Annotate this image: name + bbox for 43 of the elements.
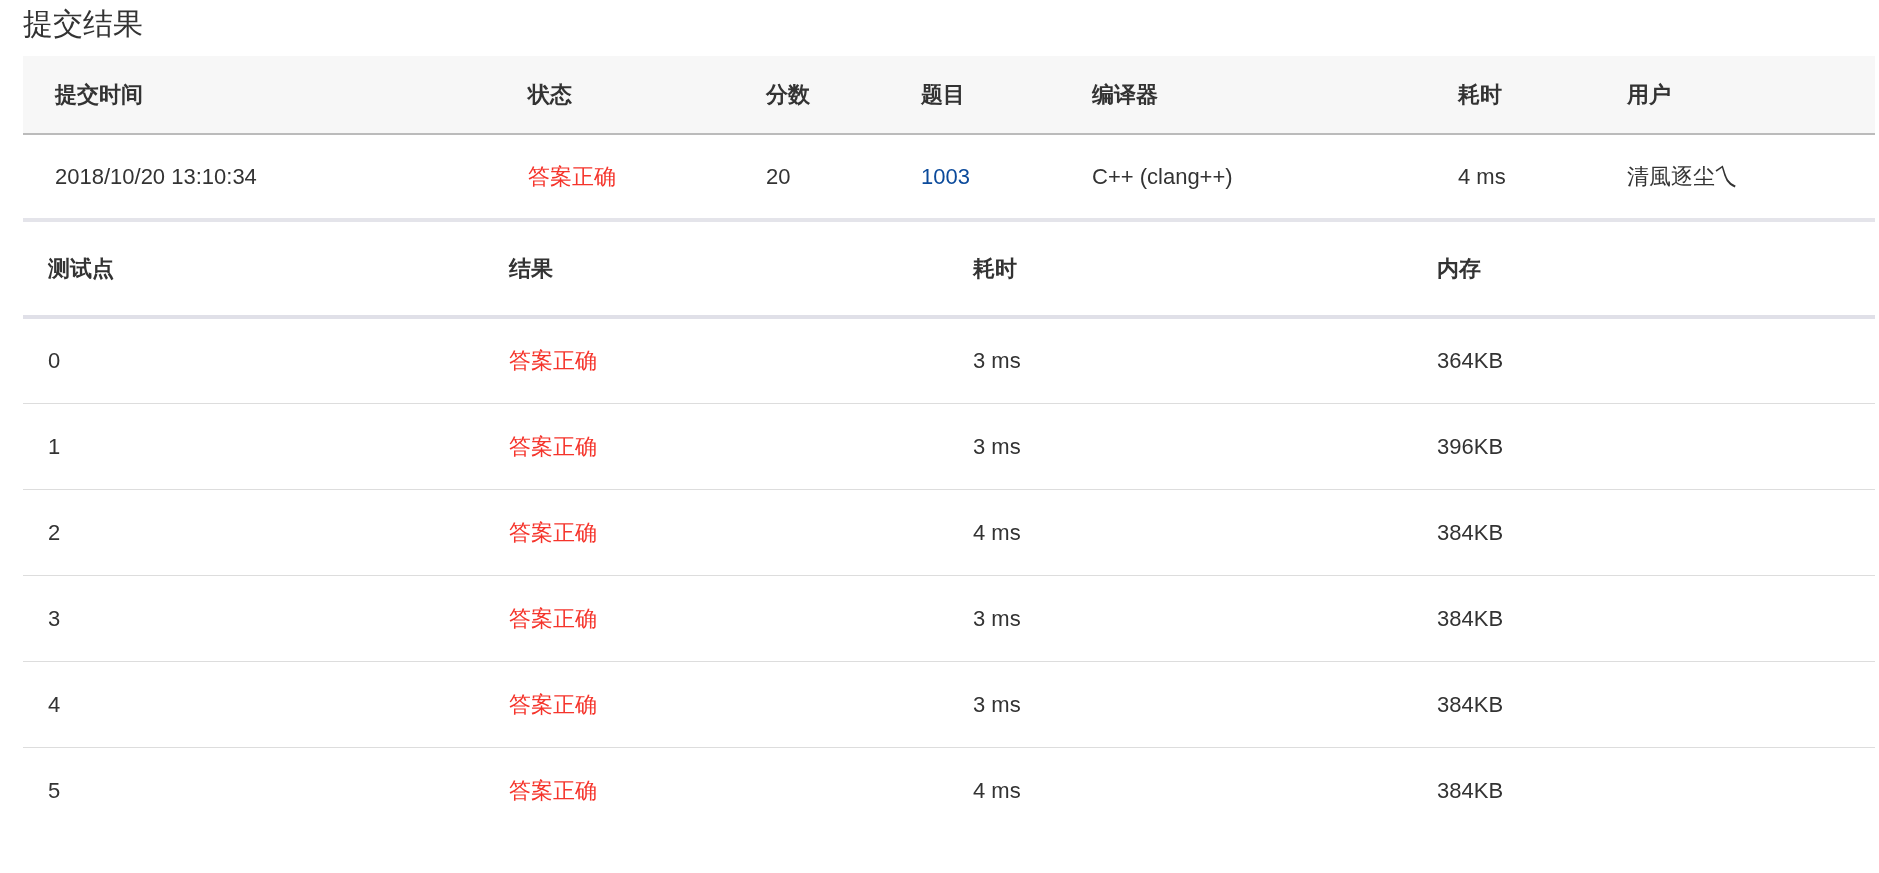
table-cell: 4 ms [1426, 134, 1595, 220]
table-cell: 384KB [1412, 747, 1875, 833]
result-cell: 答案正确 [484, 403, 948, 489]
table-cell: 3 ms [948, 661, 1412, 747]
table-cell: 396KB [1412, 403, 1875, 489]
table-cell: 2018/10/20 13:10:34 [23, 134, 496, 220]
table-cell: 清風逐尘乀 [1595, 134, 1875, 220]
table-cell: 4 [23, 661, 484, 747]
table-cell: 3 [23, 575, 484, 661]
table-cell: 384KB [1412, 489, 1875, 575]
column-header: 状态 [496, 56, 734, 134]
column-header: 编译器 [1060, 56, 1426, 134]
table-cell: 5 [23, 747, 484, 833]
column-header: 提交时间 [23, 56, 496, 134]
table-cell: 3 ms [948, 317, 1412, 403]
table-cell: 0 [23, 317, 484, 403]
column-header: 题目 [889, 56, 1060, 134]
page-title: 提交结果 [23, 6, 144, 42]
result-cell: 答案正确 [484, 489, 948, 575]
result-cell: 答案正确 [484, 661, 948, 747]
result-cell: 答案正确 [484, 317, 948, 403]
result-cell: 答案正确 [484, 747, 948, 833]
table-cell: 4 ms [948, 747, 1412, 833]
table-cell: 384KB [1412, 575, 1875, 661]
column-header: 结果 [484, 222, 948, 317]
column-header: 耗时 [1426, 56, 1595, 134]
column-header: 内存 [1412, 222, 1875, 317]
table-cell: C++ (clang++) [1060, 134, 1426, 220]
table-cell: 364KB [1412, 317, 1875, 403]
table-cell: 1 [23, 403, 484, 489]
problem-link[interactable]: 1003 [921, 164, 970, 189]
table-cell: 4 ms [948, 489, 1412, 575]
table-cell: 384KB [1412, 661, 1875, 747]
table-cell: 3 ms [948, 403, 1412, 489]
table-cell: 3 ms [948, 575, 1412, 661]
status-cell: 答案正确 [496, 134, 734, 220]
table-cell: 2 [23, 489, 484, 575]
column-header: 用户 [1595, 56, 1875, 134]
column-header: 耗时 [948, 222, 1412, 317]
column-header: 分数 [734, 56, 889, 134]
table-cell: 20 [734, 134, 889, 220]
column-header: 测试点 [23, 222, 484, 317]
result-cell: 答案正确 [484, 575, 948, 661]
